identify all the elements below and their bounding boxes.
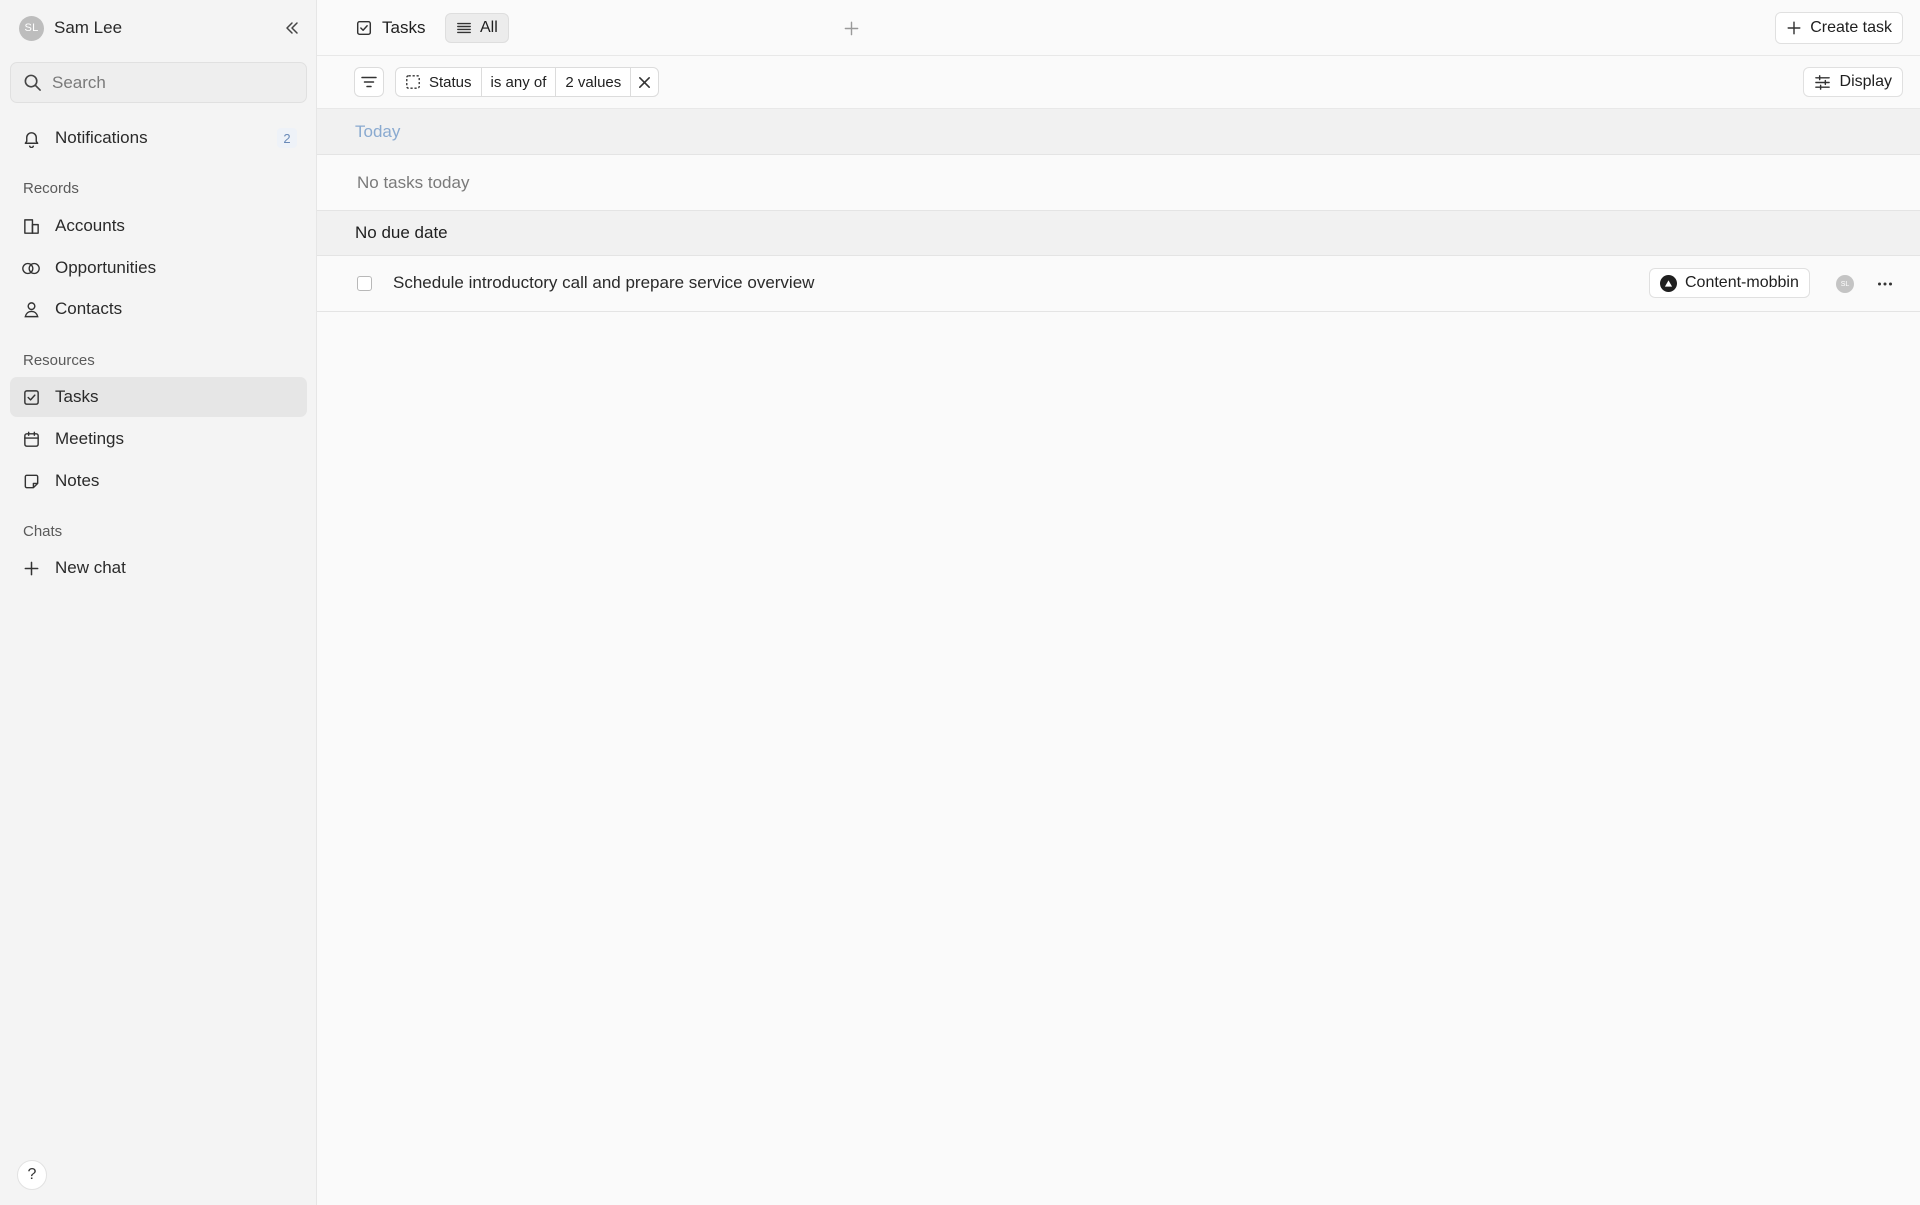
filter-operator[interactable]: is any of — [482, 68, 557, 96]
status-filter-chip: Status is any of 2 values — [395, 67, 660, 97]
empty-state-text: No tasks today — [357, 172, 470, 192]
sidebar-item-label: Meetings — [55, 429, 124, 448]
sliders-icon — [1814, 74, 1830, 90]
filter-icon — [361, 76, 377, 88]
note-icon — [21, 471, 41, 491]
more-horizontal-icon — [1878, 282, 1892, 286]
dashed-square-icon — [406, 75, 420, 89]
filter-field-label: Status — [429, 73, 472, 91]
task-complete-checkbox[interactable] — [357, 276, 372, 291]
search-icon — [24, 74, 41, 91]
checkbox-icon — [21, 387, 41, 407]
task-more-button[interactable] — [1873, 272, 1897, 296]
sidebar-item-accounts[interactable]: Accounts — [10, 206, 307, 246]
sidebar-item-label: Opportunities — [55, 258, 157, 277]
user-menu[interactable]: SL Sam Lee — [19, 14, 122, 42]
assignee-avatar[interactable]: SL — [1836, 275, 1854, 293]
sidebar-item-opportunities[interactable]: Opportunities — [10, 248, 307, 288]
search-input[interactable] — [52, 72, 292, 93]
close-icon — [639, 76, 651, 88]
group-header-no-due-date[interactable]: No due date — [317, 210, 1920, 256]
plus-icon — [21, 558, 41, 578]
tab-all-view[interactable]: All — [445, 13, 509, 43]
filter-value[interactable]: 2 values — [556, 68, 632, 96]
checkbox-icon — [356, 20, 372, 36]
calendar-icon — [21, 429, 41, 449]
sidebar-item-notifications[interactable]: Notifications 2 — [10, 118, 307, 158]
section-label-records: Records — [23, 180, 79, 197]
help-icon: ? — [27, 1166, 37, 1183]
tab-all-label: All — [480, 19, 498, 36]
remove-filter-button[interactable] — [631, 68, 658, 96]
task-tag-label: Content-mobbin — [1685, 274, 1799, 291]
help-button[interactable]: ? — [17, 1160, 47, 1190]
display-button[interactable]: Display — [1802, 67, 1903, 97]
create-task-button[interactable]: Create task — [1775, 12, 1903, 44]
sidebar-item-contacts[interactable]: Contacts — [10, 289, 307, 329]
plus-icon — [1787, 21, 1801, 35]
bell-icon — [21, 128, 41, 148]
section-label-resources: Resources — [23, 352, 95, 369]
sidebar-item-label: New chat — [55, 558, 126, 577]
create-task-label: Create task — [1810, 19, 1892, 36]
filter-value-label: 2 values — [565, 73, 622, 91]
sidebar-item-label: Accounts — [55, 216, 125, 235]
sidebar-item-new-chat[interactable]: New chat — [10, 548, 307, 588]
add-view-button[interactable] — [839, 16, 863, 40]
group-label: Today — [355, 121, 401, 141]
list-icon — [457, 22, 471, 34]
tab-tasks-label: Tasks — [382, 18, 426, 37]
notifications-count-badge: 2 — [277, 128, 297, 148]
company-logo-icon — [1660, 274, 1677, 292]
sidebar-item-tasks[interactable]: Tasks — [10, 377, 307, 417]
sidebar-item-label: Notifications — [55, 128, 148, 147]
group-header-today[interactable]: Today — [317, 109, 1920, 155]
table-row[interactable]: Schedule introductory call and prepare s… — [317, 256, 1920, 312]
sidebar-item-meetings[interactable]: Meetings — [10, 419, 307, 459]
sidebar-item-label: Notes — [55, 471, 100, 490]
filter-bar: Status is any of 2 values Display — [317, 56, 1920, 109]
top-bar: Tasks All Create task — [317, 0, 1920, 56]
filter-button[interactable] — [354, 67, 384, 97]
sidebar: SL Sam Lee Notifications 2 Records — [0, 0, 317, 1205]
person-icon — [21, 299, 41, 319]
chevrons-left-icon — [286, 22, 298, 34]
sidebar-search[interactable] — [10, 62, 307, 103]
filter-field[interactable]: Status — [396, 68, 482, 96]
plus-icon — [844, 21, 858, 35]
sidebar-item-label: Tasks — [55, 387, 99, 406]
sidebar-item-notes[interactable]: Notes — [10, 461, 307, 501]
section-label-chats: Chats — [23, 523, 63, 540]
main-content: Tasks All Create task Status is any of 2… — [317, 0, 1920, 1205]
sidebar-item-label: Contacts — [55, 299, 123, 318]
collapse-sidebar-button[interactable] — [280, 16, 304, 40]
tab-tasks[interactable]: Tasks — [355, 14, 425, 42]
overlapping-circles-icon — [21, 258, 41, 278]
user-avatar: SL — [19, 15, 44, 41]
display-label: Display — [1839, 73, 1892, 90]
empty-state-today: No tasks today — [317, 155, 1920, 210]
user-name: Sam Lee — [54, 18, 123, 37]
task-related-record-tag[interactable]: Content-mobbin — [1649, 268, 1810, 298]
group-label: No due date — [355, 223, 448, 242]
filter-operator-label: is any of — [490, 73, 547, 91]
building-icon — [21, 216, 41, 236]
app-root: SL Sam Lee Notifications 2 Records — [0, 0, 1920, 1205]
task-title[interactable]: Schedule introductory call and prepare s… — [393, 273, 814, 293]
